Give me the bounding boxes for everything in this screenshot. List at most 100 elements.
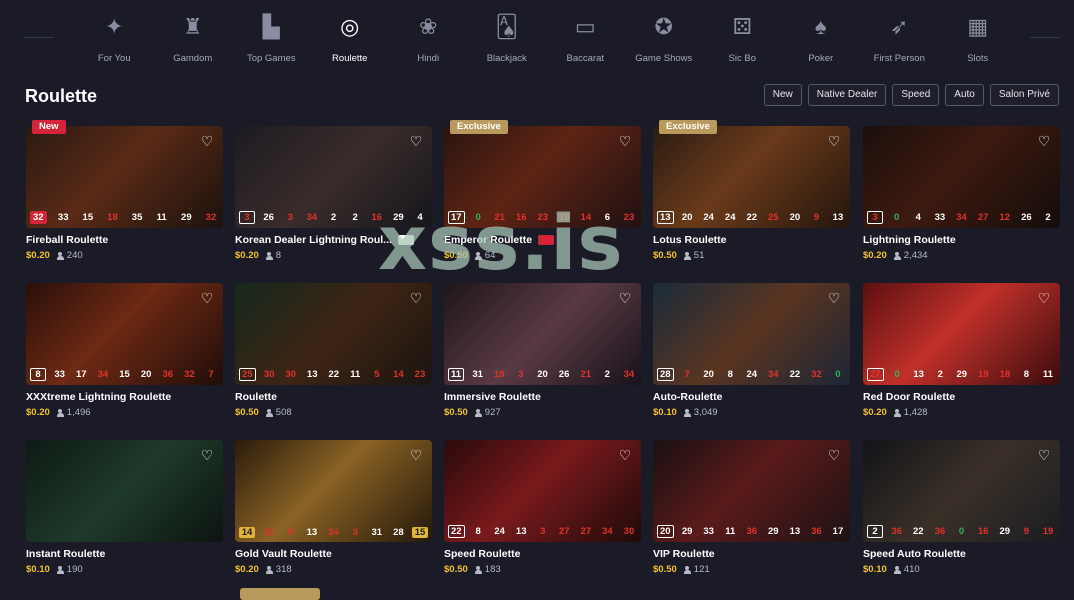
filter-speed-button[interactable]: Speed — [892, 84, 940, 106]
favorite-heart-icon[interactable]: ♡ — [1036, 290, 1052, 306]
result-number: 19 — [978, 369, 989, 380]
favorite-heart-icon[interactable]: ♡ — [408, 133, 424, 149]
result-number: 34 — [306, 212, 318, 223]
result-number: 2 — [604, 369, 610, 380]
game-thumbnail[interactable]: ♡ — [26, 440, 223, 542]
game-thumbnail[interactable]: ♡ 32 33 15 18 35 11 29 32 — [26, 126, 223, 228]
category-top-games[interactable]: ▙ Top Games — [232, 10, 311, 64]
favorite-heart-icon[interactable]: ♡ — [617, 290, 633, 306]
game-meta: $0.20 318 — [235, 564, 432, 575]
filter-bar: New Native Dealer Speed Auto Salon Privé — [763, 84, 1059, 106]
result-number: 32 — [811, 369, 822, 380]
game-thumbnail[interactable]: ♡ 20 29 33 11 36 29 13 36 17 — [653, 440, 850, 542]
filter-native-dealer-button[interactable]: Native Dealer — [807, 84, 887, 106]
result-number: 9 — [813, 212, 820, 223]
favorite-heart-icon[interactable]: ♡ — [826, 447, 842, 463]
exclusive-badge: Exclusive — [659, 120, 717, 134]
result-number: 36 — [162, 369, 174, 380]
result-number: 33 — [703, 526, 714, 537]
game-card[interactable]: ♡ 2 36 22 36 0 16 29 9 19 Speed Auto Roulette $0.10… — [863, 440, 1060, 575]
favorite-heart-icon[interactable]: ♡ — [1036, 447, 1052, 463]
favorite-heart-icon[interactable]: ♡ — [617, 133, 633, 149]
category-hindi[interactable]: ❀ Hindi — [389, 10, 468, 64]
player-count: 1,428 — [893, 407, 928, 418]
favorite-heart-icon[interactable]: ♡ — [617, 447, 633, 463]
game-thumbnail[interactable]: ♡ 25 30 30 13 22 11 5 14 23 — [235, 283, 432, 385]
category-gamdom[interactable]: ♜ Gamdom — [154, 10, 233, 64]
favorite-heart-icon[interactable]: ♡ — [199, 133, 215, 149]
game-thumbnail[interactable]: ♡ 3 26 3 34 2 2 16 29 4 — [235, 126, 432, 228]
filter-new-button[interactable]: New — [763, 84, 802, 106]
game-title: Korean Dealer Lightning Roul... — [235, 234, 432, 246]
game-thumbnail[interactable]: ♡ 13 20 24 24 22 25 20 9 13 — [653, 126, 850, 228]
game-thumbnail[interactable]: ♡ 17 0 21 16 23 19 14 6 23 — [444, 126, 641, 228]
game-card[interactable]: ♡ 13 20 24 24 22 25 20 9 13 Exclusive Lotus Roulett… — [653, 120, 850, 261]
sparkle-icon: ✦ — [105, 14, 124, 39]
person-icon — [474, 565, 482, 574]
filter-salon-priv-button[interactable]: Salon Privé — [989, 84, 1059, 106]
game-card[interactable]: ♡ 22 8 24 13 3 27 27 34 30 Speed Roulette $0.50 183 — [444, 440, 641, 575]
player-count-value: 121 — [693, 564, 710, 575]
game-card[interactable]: ♡ 3 26 3 34 2 2 16 29 4 Korean Dealer Lightning Ro… — [235, 126, 432, 261]
player-count-value: 190 — [66, 564, 83, 575]
game-thumbnail[interactable]: ♡ 3 0 4 33 34 27 12 26 2 — [863, 126, 1060, 228]
result-number: 26 — [263, 212, 274, 223]
game-thumbnail[interactable]: ♡ 22 8 24 13 3 27 27 34 30 — [444, 440, 641, 542]
favorite-heart-icon[interactable]: ♡ — [826, 133, 842, 149]
game-card[interactable]: ♡ 14 12 5 13 34 3 31 28 15 Gold Vault Roulette $0.2… — [235, 440, 432, 575]
recent-results: 32 33 15 18 35 11 29 32 — [30, 211, 219, 224]
result-number: 22 — [448, 525, 465, 538]
favorite-heart-icon[interactable]: ♡ — [408, 447, 424, 463]
category-poker[interactable]: ♠ Poker — [782, 10, 861, 64]
result-number: 34 — [623, 369, 635, 380]
game-meta: $0.20 2,434 — [863, 250, 1060, 261]
category-roulette[interactable]: ◎ Roulette — [311, 10, 390, 64]
game-card[interactable]: ♡ 28 7 20 8 24 34 22 32 0 Auto-Roulette $0.10 3,049 — [653, 283, 850, 418]
result-number: 26 — [558, 369, 570, 380]
game-thumbnail[interactable]: ♡ 2 36 22 36 0 16 29 9 19 — [863, 440, 1060, 542]
favorite-heart-icon[interactable]: ♡ — [408, 290, 424, 306]
game-card[interactable]: ♡ 20 29 33 11 36 29 13 36 17 VIP Roulette $0.50 121 — [653, 440, 850, 575]
player-count-value: 64 — [484, 250, 496, 261]
favorite-heart-icon[interactable]: ♡ — [199, 290, 215, 306]
game-thumbnail[interactable]: ♡ 28 7 20 8 24 34 22 32 0 — [653, 283, 850, 385]
category-for-you[interactable]: ✦ For You — [75, 10, 154, 64]
game-title: Speed Roulette — [444, 548, 641, 560]
game-card[interactable]: ♡ 11 31 19 3 20 26 21 2 34 Immersive Roulette $0.50… — [444, 283, 641, 418]
category-label: Sic Bo — [728, 53, 756, 64]
category-first-person[interactable]: ➶ First Person — [860, 10, 939, 64]
min-bet: $0.20 — [26, 407, 50, 418]
category-game-shows[interactable]: ✪ Game Shows — [625, 10, 704, 64]
favorite-heart-icon[interactable]: ♡ — [199, 447, 215, 463]
game-thumbnail[interactable]: ♡ 27 0 13 2 29 19 18 8 11 — [863, 283, 1060, 385]
game-card[interactable]: ♡ 32 33 15 18 35 11 29 32 New Fireball Roulette $0.… — [26, 120, 223, 261]
game-card[interactable]: ♡ 17 0 21 16 23 19 14 6 23 Exclusive Emperor Roulet… — [444, 120, 641, 261]
category-sic-bo[interactable]: ⚄ Sic Bo — [703, 10, 782, 64]
result-number: 36 — [891, 526, 902, 537]
player-count-value: 51 — [693, 250, 705, 261]
player-count-value: 508 — [275, 407, 292, 418]
filter-auto-button[interactable]: Auto — [945, 84, 984, 106]
category-slots[interactable]: ▦ Slots — [939, 10, 1018, 64]
category-blackjack[interactable]: 🂡 Blackjack — [468, 10, 547, 64]
game-card[interactable]: ♡ 27 0 13 2 29 19 18 8 11 Red Door Roulette $0.20 1,… — [863, 283, 1060, 418]
game-card[interactable]: ♡ 25 30 30 13 22 11 5 14 23 Roulette $0.50 508 — [235, 283, 432, 418]
game-thumbnail[interactable]: ♡ 14 12 5 13 34 3 31 28 15 — [235, 440, 432, 542]
game-thumbnail[interactable]: ♡ 11 31 19 3 20 26 21 2 34 — [444, 283, 641, 385]
favorite-heart-icon[interactable]: ♡ — [826, 290, 842, 306]
result-number: 34 — [956, 212, 967, 223]
game-thumbnail[interactable]: ♡ 8 33 17 34 15 20 36 32 7 — [26, 283, 223, 385]
result-number: 0 — [835, 369, 841, 380]
result-number: 36 — [934, 526, 946, 537]
result-number: 33 — [934, 212, 946, 223]
category-label: Top Games — [246, 53, 296, 64]
roulette-wheel-icon: ◎ — [340, 14, 360, 39]
game-card[interactable]: ♡ 8 33 17 34 15 20 36 32 7 XXXtreme Lightning Roul… — [26, 283, 223, 418]
game-title-text: Lightning Roulette — [863, 234, 956, 246]
game-card[interactable]: ♡ Instant Roulette $0.10 190 — [26, 440, 223, 575]
category-baccarat[interactable]: ▭ Baccarat — [546, 10, 625, 64]
game-card[interactable]: ♡ 3 0 4 33 34 27 12 26 2 Lightning Roulette $0.20 2,… — [863, 126, 1060, 261]
favorite-heart-icon[interactable]: ♡ — [1036, 133, 1052, 149]
result-number: 8 — [475, 526, 481, 537]
result-number: 11 — [350, 369, 361, 380]
